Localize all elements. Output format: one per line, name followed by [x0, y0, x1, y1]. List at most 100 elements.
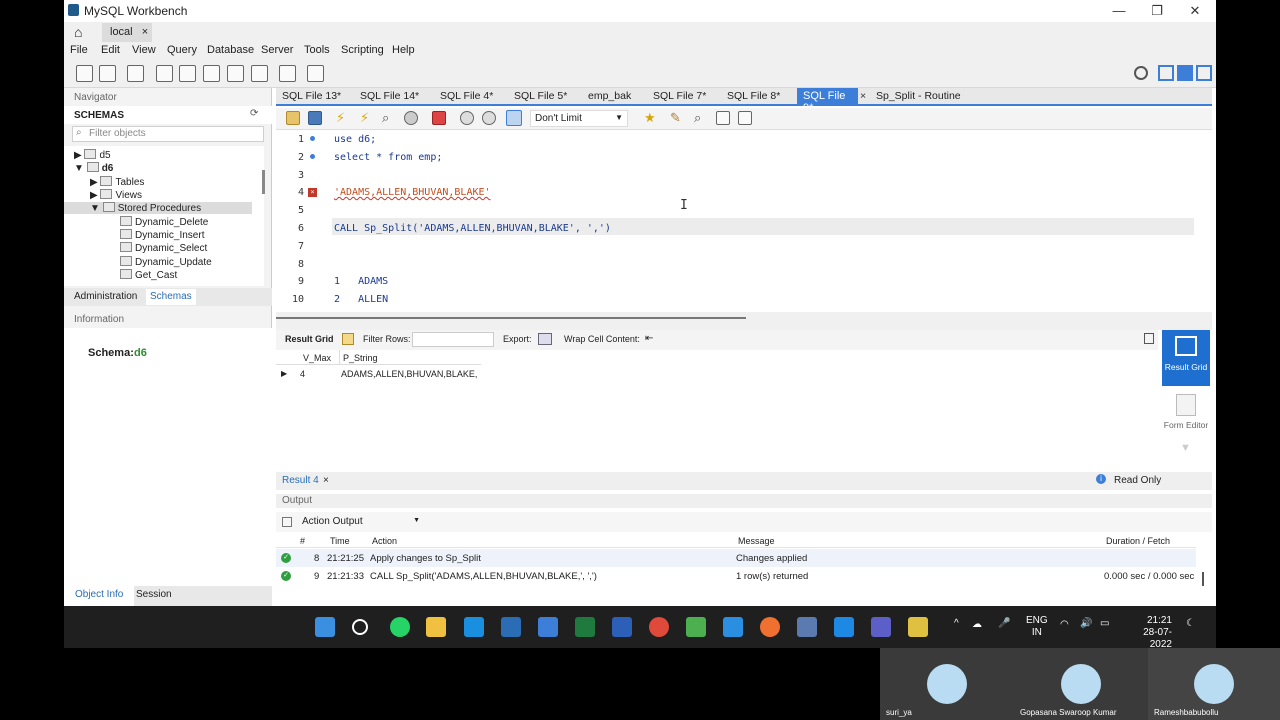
- tree-item-tables[interactable]: ▶ Tables: [90, 176, 144, 188]
- connection-tab-local[interactable]: local ×: [102, 23, 152, 42]
- app-icon[interactable]: [908, 617, 928, 637]
- export-icon[interactable]: [538, 333, 552, 345]
- close-tab-icon[interactable]: ×: [860, 90, 866, 102]
- close-tab-icon[interactable]: ×: [142, 26, 148, 38]
- menu-query[interactable]: Query: [167, 44, 197, 56]
- editor-tab[interactable]: SQL File 8*: [727, 90, 780, 102]
- editor-tab[interactable]: SQL File 4*: [440, 90, 493, 102]
- open-sql-script-icon[interactable]: [99, 65, 116, 82]
- result-grid-label[interactable]: Result Grid: [285, 334, 334, 344]
- execute-icon[interactable]: ⚡: [336, 110, 345, 126]
- new-sql-tab-icon[interactable]: [76, 65, 93, 82]
- execute-current-icon[interactable]: ⚡: [360, 110, 369, 126]
- tree-item-procedure[interactable]: Get_Cast: [120, 269, 177, 281]
- wifi-icon[interactable]: ◠: [1060, 619, 1069, 630]
- editor-tab[interactable]: SQL File 7*: [653, 90, 706, 102]
- tree-item-procedure[interactable]: Dynamic_Delete: [120, 216, 208, 228]
- microphone-icon[interactable]: 🎤: [998, 618, 1010, 629]
- start-icon[interactable]: [315, 617, 335, 637]
- preferences-icon[interactable]: [1134, 66, 1148, 80]
- close-button[interactable]: ✕: [1183, 3, 1207, 19]
- tray-chevron-icon[interactable]: ^: [954, 618, 959, 629]
- rollback-icon[interactable]: [482, 111, 496, 125]
- explain-icon[interactable]: ⌕: [382, 110, 389, 126]
- notepad-icon[interactable]: [538, 617, 558, 637]
- column-header[interactable]: P_String: [343, 353, 378, 363]
- tree-item-procedure[interactable]: Dynamic_Select: [120, 242, 207, 254]
- create-view-icon[interactable]: [203, 65, 220, 82]
- filter-objects-input[interactable]: ⌕ Filter objects: [72, 126, 264, 142]
- search-table-data-icon[interactable]: [279, 65, 296, 82]
- create-function-icon[interactable]: [251, 65, 268, 82]
- teams-icon[interactable]: [871, 617, 891, 637]
- app-icon[interactable]: [834, 617, 854, 637]
- tab-result-4[interactable]: Result 4: [282, 475, 319, 486]
- column-header[interactable]: V_Max: [303, 353, 331, 363]
- create-procedure-icon[interactable]: [227, 65, 244, 82]
- beautify-icon[interactable]: ✎: [670, 110, 681, 126]
- chrome-icon[interactable]: [649, 617, 669, 637]
- stop-icon[interactable]: [404, 111, 418, 125]
- word-icon[interactable]: [612, 617, 632, 637]
- menu-server[interactable]: Server: [261, 44, 293, 56]
- postman-icon[interactable]: [760, 617, 780, 637]
- tree-item-procedure[interactable]: Dynamic_Insert: [120, 229, 204, 241]
- autocommit-icon[interactable]: [506, 110, 522, 126]
- close-tab-icon[interactable]: ×: [323, 475, 329, 486]
- toggle-panel-icon[interactable]: [1144, 333, 1154, 344]
- battery-icon[interactable]: ▭: [1100, 618, 1109, 629]
- expand-icon[interactable]: ▶: [90, 177, 98, 188]
- sql-editor[interactable]: 1 2 3 4 5 6 7 8 9 10 × use d6; select * …: [276, 130, 1212, 312]
- find-icon[interactable]: ⌕: [694, 110, 701, 126]
- home-icon[interactable]: ⌂: [74, 24, 82, 40]
- open-file-icon[interactable]: [286, 111, 300, 125]
- menu-edit[interactable]: Edit: [101, 44, 120, 56]
- menu-view[interactable]: View: [132, 44, 156, 56]
- menu-scripting[interactable]: Scripting: [341, 44, 384, 56]
- menu-file[interactable]: File: [70, 44, 88, 56]
- filter-rows-input[interactable]: [412, 332, 494, 347]
- tree-item-stored-procedures[interactable]: ▼ Stored Procedures: [64, 202, 252, 214]
- skype-icon[interactable]: [464, 617, 484, 637]
- create-schema-icon[interactable]: [156, 65, 173, 82]
- invisible-chars-icon[interactable]: [716, 111, 730, 125]
- tab-administration[interactable]: Administration: [74, 291, 137, 302]
- toggle-output-icon[interactable]: [1177, 65, 1193, 81]
- wrap-lines-icon[interactable]: [738, 111, 752, 125]
- whatsapp-icon[interactable]: [390, 617, 410, 637]
- expand-icon[interactable]: ▶: [90, 190, 98, 201]
- tree-item-d6[interactable]: ▼ d6: [74, 162, 113, 174]
- excel-icon[interactable]: [575, 617, 595, 637]
- minimize-button[interactable]: —: [1107, 3, 1131, 18]
- file-explorer-icon[interactable]: [426, 617, 446, 637]
- notifications-icon[interactable]: ☾: [1186, 618, 1195, 629]
- editor-tab-active[interactable]: SQL File 9*: [797, 88, 858, 114]
- tree-scrollbar[interactable]: [262, 170, 265, 194]
- vscode-icon[interactable]: [723, 617, 743, 637]
- clock[interactable]: 21:21 28-07-2022: [1124, 615, 1172, 651]
- reconnect-icon[interactable]: [307, 65, 324, 82]
- side-form-editor-button[interactable]: Form Editor ▼: [1162, 390, 1210, 460]
- toggle-sidebar-icon[interactable]: [1158, 65, 1174, 81]
- output-type-select[interactable]: Action Output ▼: [300, 514, 422, 530]
- tree-item-d5[interactable]: ▶ d5: [74, 149, 111, 161]
- side-result-grid-button[interactable]: Result Grid: [1162, 330, 1210, 386]
- editor-tab[interactable]: Sp_Split - Routine: [876, 90, 961, 102]
- grid-icon[interactable]: [342, 333, 354, 345]
- editor-tab[interactable]: SQL File 5*: [514, 90, 567, 102]
- editor-tab[interactable]: SQL File 13*: [282, 90, 341, 102]
- stop-on-error-icon[interactable]: [432, 111, 446, 125]
- menu-help[interactable]: Help: [392, 44, 415, 56]
- menu-tools[interactable]: Tools: [304, 44, 330, 56]
- tab-object-info[interactable]: Object Info: [64, 586, 135, 606]
- tab-schemas[interactable]: Schemas: [146, 289, 196, 305]
- tree-item-procedure[interactable]: Dynamic_Update: [120, 256, 212, 268]
- refresh-icon[interactable]: ⟳: [250, 108, 258, 119]
- menu-database[interactable]: Database: [207, 44, 254, 56]
- expand-icon[interactable]: ▶: [74, 150, 82, 161]
- app-icon[interactable]: [686, 617, 706, 637]
- maximize-button[interactable]: ❐: [1145, 3, 1169, 19]
- toggle-secondary-sidebar-icon[interactable]: [1196, 65, 1212, 81]
- language-indicator[interactable]: ENG IN: [1026, 615, 1048, 639]
- tree-item-views[interactable]: ▶ Views: [90, 189, 142, 201]
